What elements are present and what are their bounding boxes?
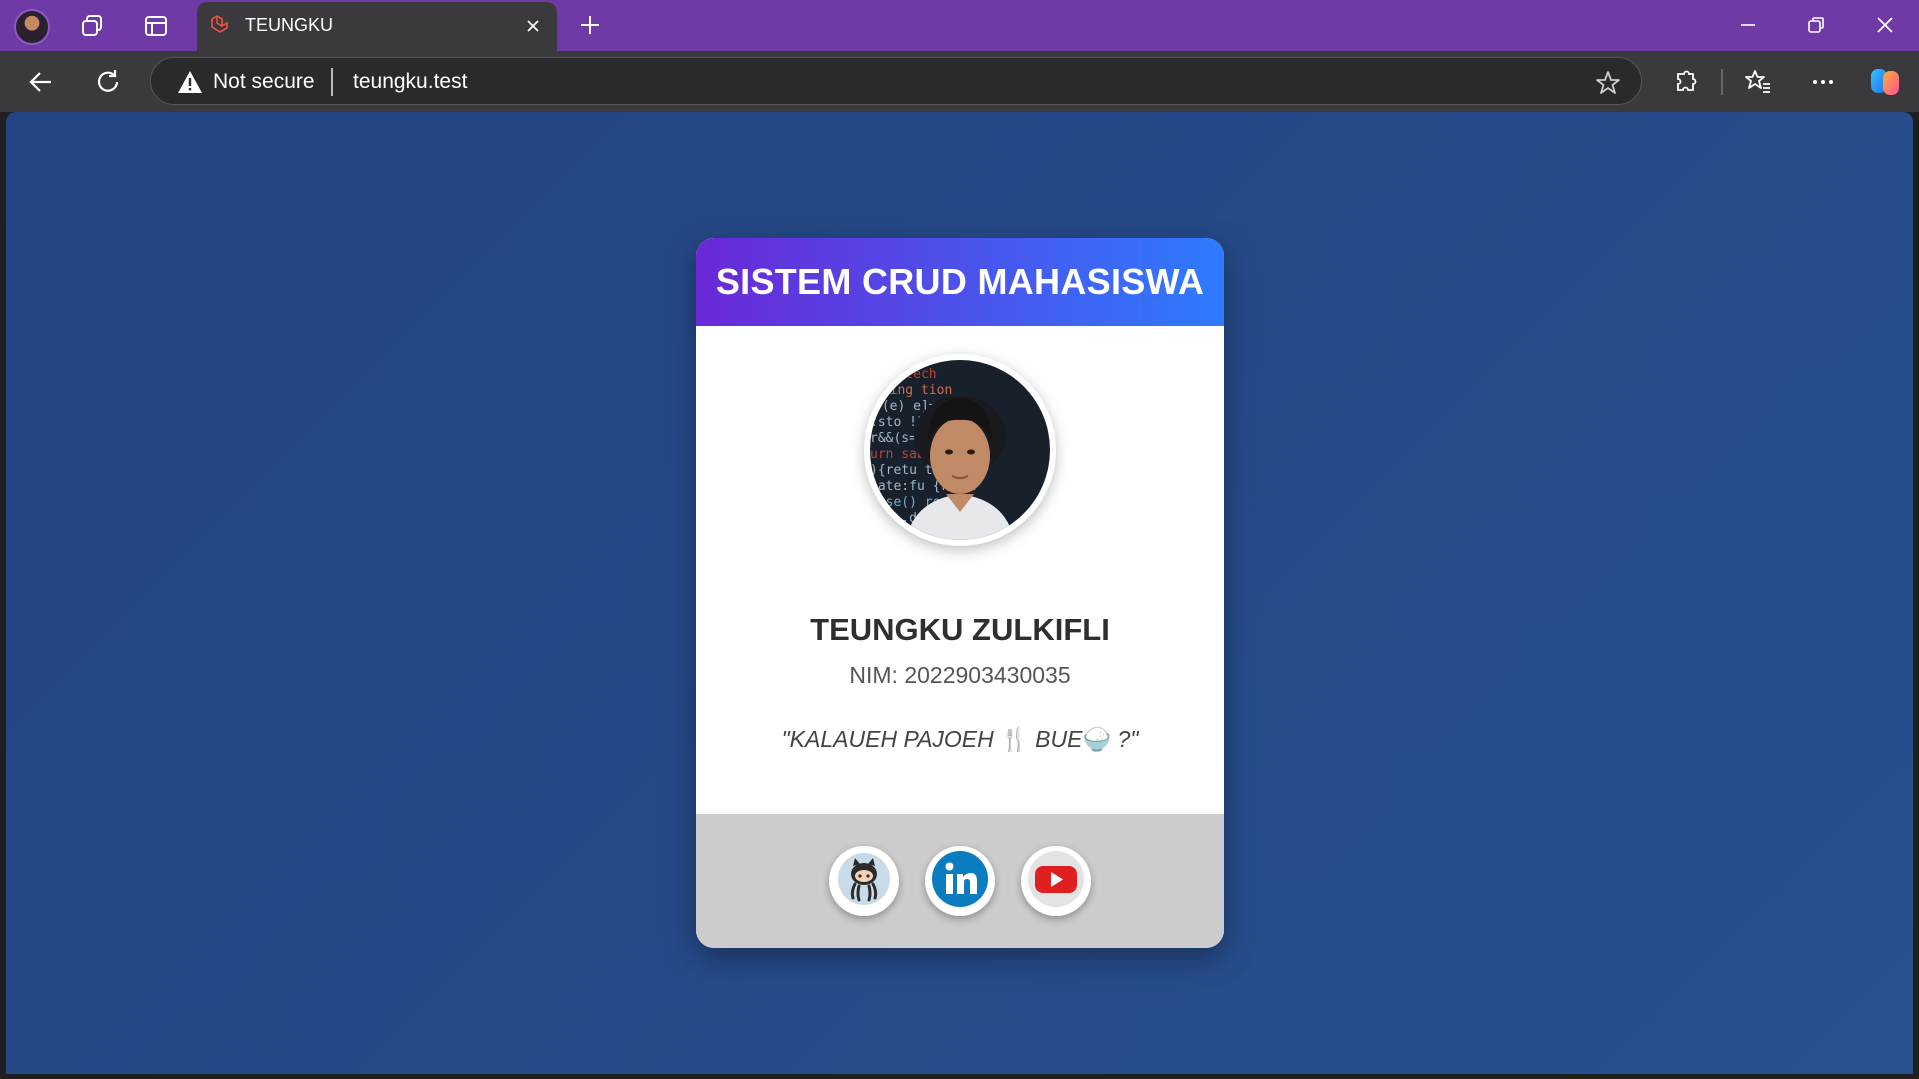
student-nim: NIM: 2022903430035 bbox=[849, 662, 1071, 688]
security-label[interactable]: Not secure bbox=[213, 70, 315, 94]
page-viewport: SISTEM CRUD MAHASISWA ystatech tring tio… bbox=[6, 112, 1913, 1074]
profile-avatar[interactable] bbox=[14, 9, 50, 45]
quote-text-3: ?" bbox=[1111, 726, 1139, 752]
tab-title: TEUNGKU bbox=[245, 15, 334, 35]
social-links-footer bbox=[696, 814, 1224, 948]
back-icon[interactable] bbox=[24, 65, 58, 99]
youtube-icon bbox=[1027, 850, 1085, 913]
restore-icon[interactable] bbox=[1801, 10, 1831, 40]
linkedin-link[interactable] bbox=[925, 846, 995, 916]
workspaces-icon[interactable] bbox=[78, 12, 106, 40]
profile-photo-image: ystatech tring tion F(e) e]=t .sto !1; r… bbox=[870, 360, 1050, 540]
quote-text-1: "KALAUEH PAJOEH bbox=[781, 726, 1001, 752]
address-bar[interactable]: Not secure teungku.test bbox=[150, 57, 1642, 105]
profile-photo: ystatech tring tion F(e) e]=t .sto !1; r… bbox=[864, 354, 1056, 546]
student-name: TEUNGKU ZULKIFLI bbox=[810, 612, 1110, 647]
close-icon[interactable] bbox=[521, 14, 545, 38]
toolbar-separator bbox=[1721, 69, 1723, 95]
extensions-icon[interactable] bbox=[1669, 65, 1703, 99]
github-link[interactable] bbox=[829, 846, 899, 916]
tab-actions-icon[interactable] bbox=[142, 12, 170, 40]
minimize-icon[interactable] bbox=[1733, 10, 1763, 40]
profile-card: SISTEM CRUD MAHASISWA ystatech tring tio… bbox=[696, 238, 1224, 948]
card-header: SISTEM CRUD MAHASISWA bbox=[696, 238, 1224, 326]
student-quote: "KALAUEH PAJOEH 🍴 BUE🍚 ?" bbox=[696, 726, 1224, 753]
card-title: SISTEM CRUD MAHASISWA bbox=[715, 261, 1205, 302]
github-icon bbox=[837, 852, 891, 911]
new-tab-icon[interactable] bbox=[575, 10, 605, 40]
svg-text:tring tion: tring tion bbox=[874, 383, 952, 398]
copilot-icon[interactable] bbox=[1868, 65, 1902, 99]
warning-icon[interactable] bbox=[177, 70, 203, 94]
youtube-link[interactable] bbox=[1021, 846, 1091, 916]
svg-text:ystatech: ystatech bbox=[874, 367, 937, 382]
rice-emoji: 🍚 bbox=[1082, 726, 1112, 752]
fork-knife-emoji: 🍴 bbox=[1000, 726, 1029, 752]
quote-text-2: BUE bbox=[1028, 726, 1083, 752]
refresh-icon[interactable] bbox=[91, 65, 125, 99]
browser-title-bar: TEUNGKU bbox=[0, 0, 1919, 51]
url-text[interactable]: teungku.test bbox=[353, 70, 467, 94]
favorites-icon[interactable] bbox=[1741, 65, 1775, 99]
favorite-star-icon[interactable] bbox=[1593, 68, 1623, 98]
address-separator bbox=[331, 68, 333, 96]
tab-teungku[interactable]: TEUNGKU bbox=[197, 2, 557, 51]
more-icon[interactable] bbox=[1806, 65, 1840, 99]
linkedin-icon bbox=[931, 850, 989, 913]
laravel-favicon bbox=[209, 14, 233, 38]
browser-toolbar: Not secure teungku.test bbox=[0, 51, 1919, 112]
close-window-icon[interactable] bbox=[1870, 10, 1900, 40]
